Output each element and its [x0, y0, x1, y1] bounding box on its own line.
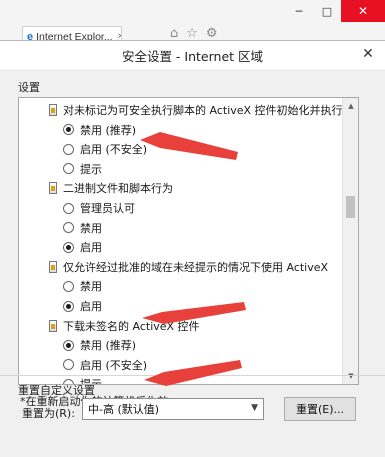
- settings-category: 下载未签名的 ActiveX 控件: [49, 316, 200, 336]
- window-close-button[interactable]: ✕: [341, 0, 385, 22]
- settings-option-label: 启用 (不安全): [80, 358, 148, 372]
- settings-option-label: 启用 (不安全): [80, 143, 148, 157]
- gear-icon[interactable]: ⚙: [206, 26, 218, 41]
- settings-category: 对未标记为可安全执行脚本的 ActiveX 控件初始化并执行脚本: [49, 100, 359, 120]
- scroll-thumb[interactable]: [346, 196, 355, 218]
- settings-list[interactable]: 对未标记为可安全执行脚本的 ActiveX 控件初始化并执行脚本禁用 (推荐) 启…: [18, 97, 359, 385]
- radio-button[interactable]: [63, 222, 74, 234]
- settings-option[interactable]: 启用: [63, 296, 102, 316]
- settings-option-label: 禁用: [80, 280, 102, 294]
- radio-button[interactable]: [63, 163, 74, 175]
- favorites-star-icon[interactable]: ☆: [186, 26, 198, 41]
- settings-option-label: 禁用: [80, 221, 102, 235]
- radio-button[interactable]: [63, 241, 74, 253]
- settings-option[interactable]: 管理员认可: [63, 198, 135, 218]
- settings-option[interactable]: 禁用 (推荐): [63, 120, 136, 140]
- settings-option-label: 禁用 (推荐): [80, 339, 137, 353]
- reset-level-select[interactable]: 中-高 (默认值) ▼: [82, 398, 264, 420]
- window-controls: ─ □ ✕: [285, 0, 385, 22]
- chevron-down-icon: ▼: [251, 403, 258, 413]
- maximize-button[interactable]: □: [313, 0, 341, 22]
- settings-option-label: 启用: [80, 241, 102, 255]
- settings-option[interactable]: 禁用: [63, 276, 102, 296]
- settings-category: 二进制文件和脚本行为: [49, 178, 173, 198]
- scroll-up-arrow-icon[interactable]: ▲: [343, 98, 358, 114]
- settings-category-label: 下载未签名的 ActiveX 控件: [63, 319, 200, 333]
- settings-option-label: 管理员认可: [80, 202, 135, 215]
- dialog-titlebar: 安全设置 - Internet 区域 ✕: [0, 41, 385, 69]
- radio-button[interactable]: [63, 300, 74, 312]
- settings-option[interactable]: 提示: [63, 159, 102, 179]
- settings-category-label: 二进制文件和脚本行为: [63, 182, 173, 196]
- settings-option[interactable]: 禁用: [63, 218, 102, 238]
- browser-toolbar: ⌂ ☆ ⚙: [170, 26, 218, 41]
- section-divider: [0, 375, 385, 376]
- settings-group-label: 设置: [18, 81, 40, 94]
- script-file-icon: [49, 182, 57, 195]
- reset-button[interactable]: 重置(E)...: [284, 397, 356, 421]
- minimize-button[interactable]: ─: [285, 0, 313, 22]
- reset-section-title: 重置自定义设置: [18, 384, 95, 397]
- settings-option-label: 启用: [80, 300, 102, 313]
- settings-list-scrollbar[interactable]: ▲ ▼: [342, 98, 358, 384]
- settings-option[interactable]: 启用: [63, 237, 102, 257]
- radio-button[interactable]: [63, 124, 74, 136]
- settings-option[interactable]: 启用 (不安全): [63, 139, 147, 159]
- script-file-icon: [49, 260, 57, 273]
- script-file-icon: [49, 104, 57, 116]
- scroll-down-arrow-icon[interactable]: ▼: [343, 368, 358, 384]
- settings-category-label: 对未标记为可安全执行脚本的 ActiveX 控件初始化并执行脚本: [63, 104, 359, 117]
- reset-to-label: 重置为(R):: [22, 407, 75, 420]
- dialog-close-button[interactable]: ✕: [359, 45, 377, 63]
- radio-button[interactable]: [63, 143, 74, 155]
- settings-category: 仅允许经过批准的域在未经提示的情况下使用 ActiveX: [49, 257, 328, 277]
- radio-button[interactable]: [63, 202, 74, 214]
- radio-button[interactable]: [63, 339, 74, 351]
- radio-button[interactable]: [63, 359, 74, 371]
- reset-level-value: 中-高 (默认值): [88, 403, 160, 416]
- settings-option-label: 提示: [80, 162, 102, 176]
- script-file-icon: [49, 319, 57, 332]
- settings-option-label: 禁用 (推荐): [80, 123, 137, 137]
- dialog-title: 安全设置 - Internet 区域: [121, 48, 264, 64]
- settings-category-label: 仅允许经过批准的域在未经提示的情况下使用 ActiveX: [63, 260, 329, 274]
- settings-option[interactable]: 启用 (不安全): [63, 355, 147, 375]
- settings-option[interactable]: 禁用 (推荐): [63, 335, 136, 355]
- home-icon[interactable]: ⌂: [170, 26, 178, 41]
- radio-button[interactable]: [63, 280, 74, 292]
